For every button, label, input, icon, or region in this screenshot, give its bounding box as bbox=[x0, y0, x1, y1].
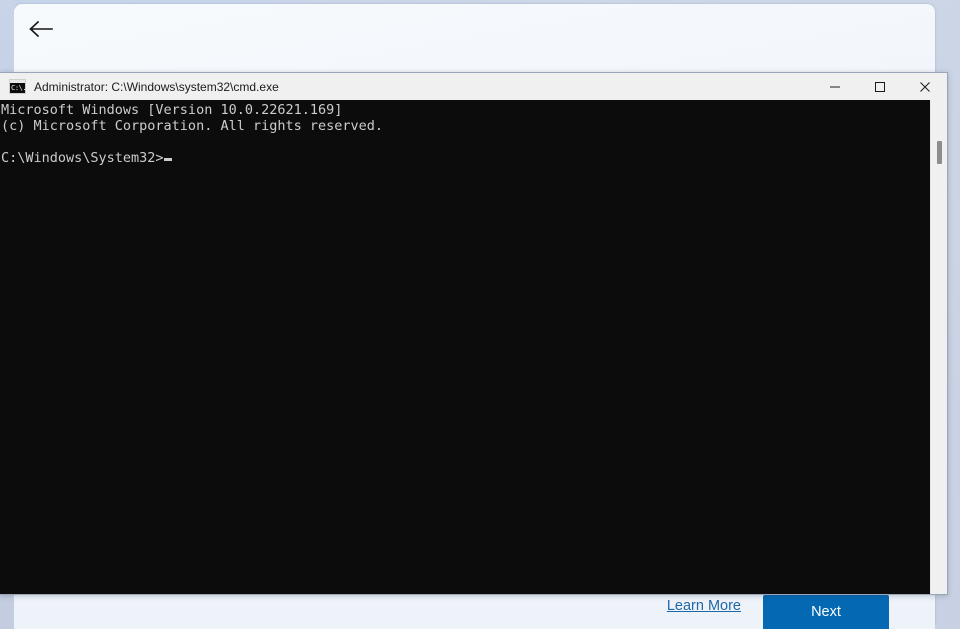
wizard-footer: Learn More Next bbox=[14, 595, 935, 629]
screen: Learn More Next C:\. Administrator: C:\W… bbox=[0, 0, 960, 629]
close-icon bbox=[919, 81, 931, 93]
console-output-area[interactable]: Microsoft Windows [Version 10.0.22621.16… bbox=[0, 100, 947, 594]
minimize-icon bbox=[829, 81, 841, 93]
minimize-button[interactable] bbox=[812, 73, 857, 100]
back-button[interactable] bbox=[22, 12, 60, 46]
maximize-button[interactable] bbox=[857, 73, 902, 100]
close-button[interactable] bbox=[902, 73, 947, 100]
console-prompt: C:\Windows\System32> bbox=[1, 150, 164, 166]
arrow-left-icon bbox=[28, 20, 54, 38]
console-line-2: (c) Microsoft Corporation. All rights re… bbox=[1, 118, 383, 134]
window-titlebar[interactable]: C:\. Administrator: C:\Windows\system32\… bbox=[0, 73, 947, 100]
console-scrollbar[interactable] bbox=[930, 100, 947, 594]
window-title: Administrator: C:\Windows\system32\cmd.e… bbox=[34, 80, 812, 94]
cmd-console-icon: C:\. bbox=[9, 79, 26, 94]
command-prompt-window: C:\. Administrator: C:\Windows\system32\… bbox=[0, 72, 948, 595]
window-controls bbox=[812, 73, 947, 100]
console-prompt-line: C:\Windows\System32> bbox=[1, 150, 172, 166]
maximize-icon bbox=[874, 81, 886, 93]
scrollbar-thumb[interactable] bbox=[937, 141, 942, 164]
console-line-1: Microsoft Windows [Version 10.0.22621.16… bbox=[1, 102, 342, 118]
text-cursor bbox=[164, 158, 172, 161]
learn-more-link[interactable]: Learn More bbox=[667, 595, 741, 614]
next-button[interactable]: Next bbox=[763, 595, 889, 629]
cmd-icon-glyph: C:\. bbox=[11, 83, 26, 93]
